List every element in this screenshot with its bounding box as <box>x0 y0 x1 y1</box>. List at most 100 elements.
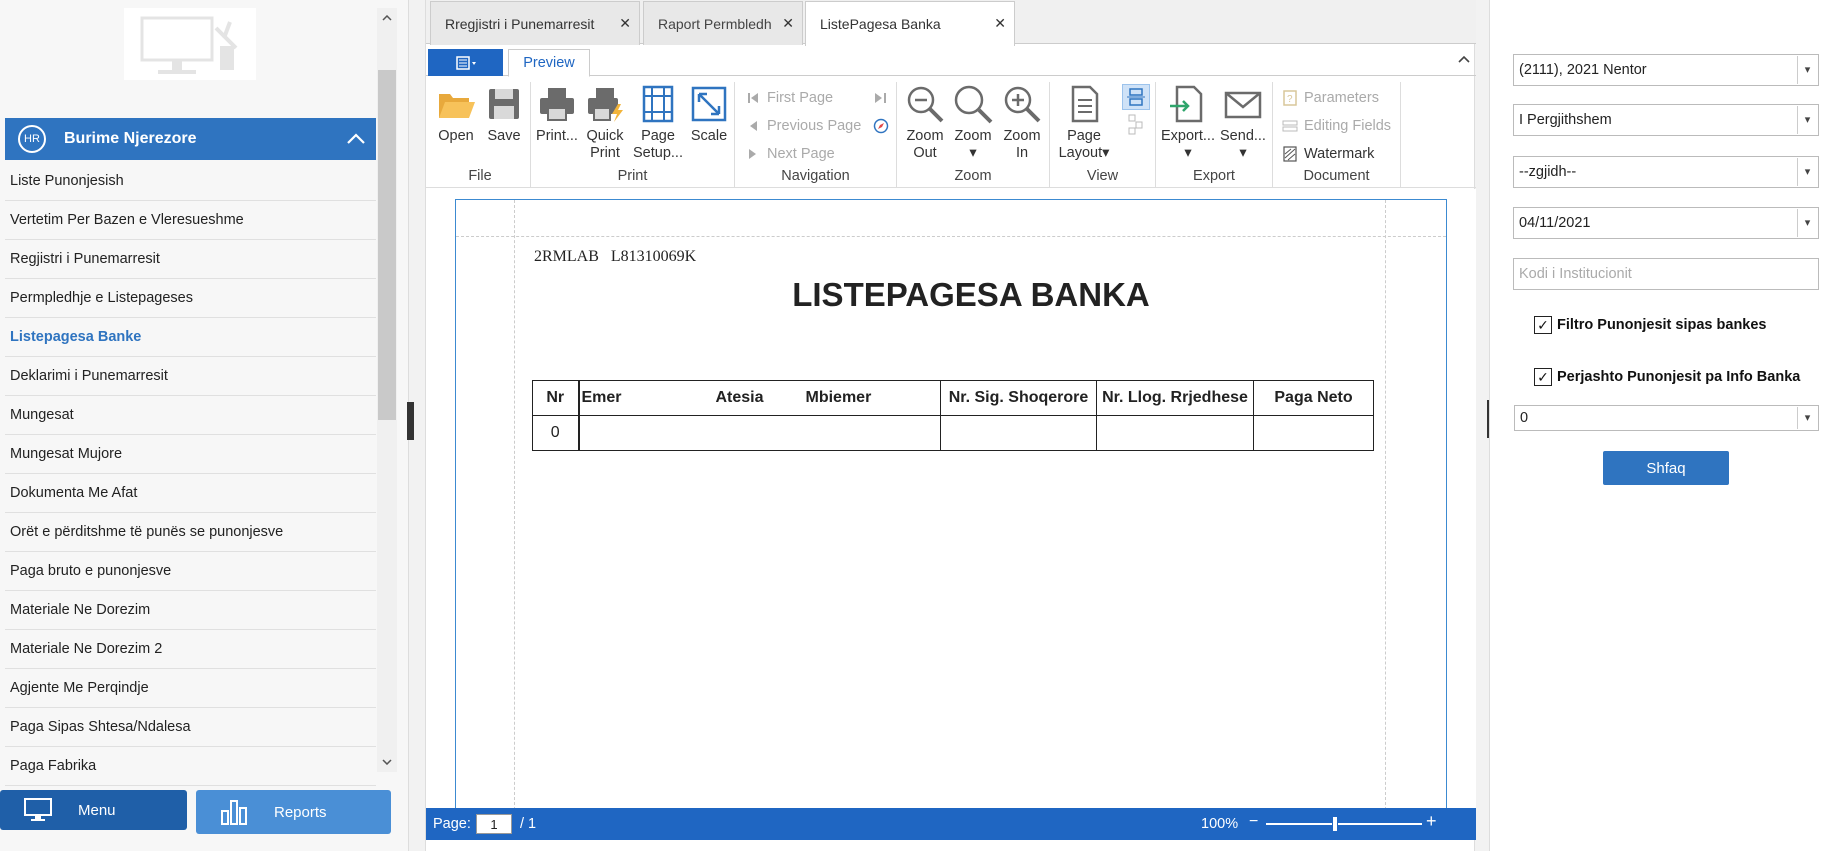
parameters-button[interactable]: ? Parameters <box>1282 86 1379 110</box>
multi-page-view-button[interactable] <box>1122 112 1150 136</box>
checkmark-icon[interactable]: ✓ <box>1534 316 1552 334</box>
ribbon: Open Save File Print... Quick Print Page S… <box>426 76 1476 188</box>
tab-listepagesa[interactable]: ListePagesa Banka ✕ <box>805 1 1015 46</box>
menu-item[interactable]: Materiale Ne Dorezim <box>5 591 376 630</box>
menu-item[interactable]: Permpledhje e Listepageses <box>5 279 376 318</box>
menu-item-active[interactable]: Listepagesa Banke <box>5 318 376 357</box>
filter-by-bank-checkbox[interactable]: ✓ Filtro Punonjesit sipas bankes <box>1534 316 1767 334</box>
chevron-down-icon[interactable]: ▾ <box>1797 209 1817 237</box>
zoom-out-button[interactable]: Zoom Out <box>903 84 947 162</box>
menu-item[interactable]: Orët e përditshme të punës se punonjesve <box>5 513 376 552</box>
section-title: Burime Njerezore <box>64 130 197 147</box>
zoom-plus-icon[interactable]: + <box>1426 811 1437 832</box>
first-page-button[interactable]: First Page <box>745 86 833 110</box>
page-layout-icon <box>1071 85 1099 123</box>
left-splitter[interactable] <box>407 402 414 440</box>
zoom-button[interactable]: Zoom ▾ <box>951 84 995 162</box>
menu-item[interactable]: Agjente Me Perqindje <box>5 669 376 708</box>
show-button[interactable]: Shfaq <box>1603 451 1729 485</box>
menu-item[interactable]: Regjistri i Punemarresit <box>5 240 376 279</box>
zoom-in-button[interactable]: Zoom In <box>1000 84 1044 162</box>
chevron-down-icon[interactable]: ▾ <box>1797 158 1817 186</box>
send-button[interactable]: Send... ▾ <box>1218 84 1268 162</box>
col-name-group: Emer Atesia Mbiemer <box>577 380 941 416</box>
chevron-down-icon[interactable]: ▾ <box>1797 407 1817 429</box>
close-icon[interactable]: ✕ <box>782 15 794 32</box>
print-button[interactable]: Print... <box>535 84 579 145</box>
previous-page-button[interactable]: Previous Page <box>745 114 861 138</box>
page-layout-button[interactable]: Page Layout▾ <box>1054 84 1114 162</box>
menu-item[interactable]: Deklarimi i Punemarresit <box>5 357 376 396</box>
exclude-no-bank-checkbox[interactable]: ✓ Perjashto Punonjesit pa Info Banka <box>1534 368 1818 386</box>
export-button[interactable]: Export... ▾ <box>1160 84 1216 162</box>
menu-button[interactable]: Menu <box>0 790 187 830</box>
sidebar-scrollbar[interactable] <box>377 8 397 772</box>
date-select[interactable]: 04/11/2021 ▾ <box>1513 207 1819 239</box>
menu-item[interactable]: Vertetim Per Bazen e Vleresueshme <box>5 201 376 240</box>
page-number-input[interactable]: 1 <box>476 814 512 834</box>
menu-item[interactable]: Paga Fabrika <box>5 747 376 786</box>
tab-preview[interactable]: Preview <box>508 49 590 77</box>
editing-fields-button[interactable]: Editing Fields <box>1282 114 1391 138</box>
filter-panel: (2111), 2021 Nentor ▾ I Pergjithshem ▾ -… <box>1489 0 1837 851</box>
menu-item[interactable]: Materiale Ne Dorezim 2 <box>5 630 376 669</box>
collapse-ribbon-icon[interactable] <box>1458 52 1470 66</box>
page-label: Page: <box>433 816 471 832</box>
menu-item[interactable]: Dokumenta Me Afat <box>5 474 376 513</box>
period-select[interactable]: (2111), 2021 Nentor ▾ <box>1513 54 1819 86</box>
menu-item[interactable]: Mungesat <box>5 396 376 435</box>
scroll-thumb[interactable] <box>378 70 396 420</box>
section-header-hr[interactable]: HR Burime Njerezore <box>5 118 376 160</box>
table-row: 0 <box>532 415 1374 451</box>
menu-item[interactable]: Liste Punonjesish <box>5 162 376 201</box>
ribbon-group-zoom: Zoom Out Zoom ▾ Zoom In Zoom <box>897 82 1050 188</box>
next-page-button[interactable]: Next Page <box>745 142 835 166</box>
zoom-slider-track[interactable] <box>1266 823 1422 825</box>
document-menu-icon <box>455 55 476 70</box>
scroll-down-icon[interactable] <box>377 752 397 772</box>
reports-button[interactable]: Reports <box>196 790 391 834</box>
single-page-view-button[interactable] <box>1122 84 1150 110</box>
group-label: Navigation <box>781 168 850 184</box>
page-setup-button[interactable]: Page Setup... <box>631 84 685 162</box>
bank-select[interactable]: 0 ▾ <box>1514 405 1819 431</box>
bar-chart-icon <box>220 799 248 825</box>
first-page-icon <box>745 92 761 104</box>
scroll-up-icon[interactable] <box>377 8 397 28</box>
tab-raport[interactable]: Raport Permbledh ✕ <box>643 1 803 45</box>
cell-nr: 0 <box>532 415 579 451</box>
checkmark-icon[interactable]: ✓ <box>1534 368 1552 386</box>
chevron-down-icon[interactable]: ▾ <box>1797 56 1817 84</box>
menu-item[interactable]: Paga Sipas Shtesa/Ndalesa <box>5 708 376 747</box>
quick-print-button[interactable]: Quick Print <box>583 84 627 162</box>
menu-item[interactable]: Paga bruto e punonjesve <box>5 552 376 591</box>
close-icon[interactable]: ✕ <box>994 15 1006 32</box>
choose-select[interactable]: --zgjidh-- ▾ <box>1513 156 1819 188</box>
group-label: Export <box>1193 168 1235 184</box>
envelope-icon <box>1224 91 1262 119</box>
scale-button[interactable]: Scale <box>687 84 731 145</box>
save-button[interactable]: Save <box>482 84 526 145</box>
report-page: 2RMLAB L81310069K LISTEPAGESA BANKA Nr E… <box>455 199 1447 810</box>
open-button[interactable]: Open <box>432 84 480 145</box>
close-icon[interactable]: ✕ <box>619 15 631 32</box>
previous-page-icon <box>745 120 761 132</box>
navigate-button[interactable] <box>873 114 895 138</box>
last-page-button[interactable] <box>873 86 895 110</box>
zoom-slider-thumb[interactable] <box>1331 816 1338 832</box>
type-select[interactable]: I Pergjithshem ▾ <box>1513 104 1819 136</box>
menu-item[interactable]: Mungesat Mujore <box>5 435 376 474</box>
zoom-minus-icon[interactable]: − <box>1249 813 1258 831</box>
chevron-up-icon[interactable] <box>336 118 376 160</box>
cell-name <box>577 415 941 451</box>
app-menu-button[interactable] <box>428 49 503 76</box>
bank-value: 0 <box>1520 410 1529 426</box>
chevron-down-icon[interactable]: ▾ <box>1797 106 1817 134</box>
tab-regjistri[interactable]: Rregjistri i Punemarresit ✕ <box>430 1 640 45</box>
type-value: I Pergjithshem <box>1519 112 1612 128</box>
zoom-percent: 100% <box>1201 816 1239 832</box>
institution-input[interactable]: Kodi i Institucionit <box>1513 258 1819 290</box>
ribbon-group-view: Page Layout▾ View <box>1050 82 1156 188</box>
report-preview[interactable]: 2RMLAB L81310069K LISTEPAGESA BANKA Nr E… <box>426 189 1476 810</box>
watermark-button[interactable]: Watermark <box>1282 142 1374 166</box>
